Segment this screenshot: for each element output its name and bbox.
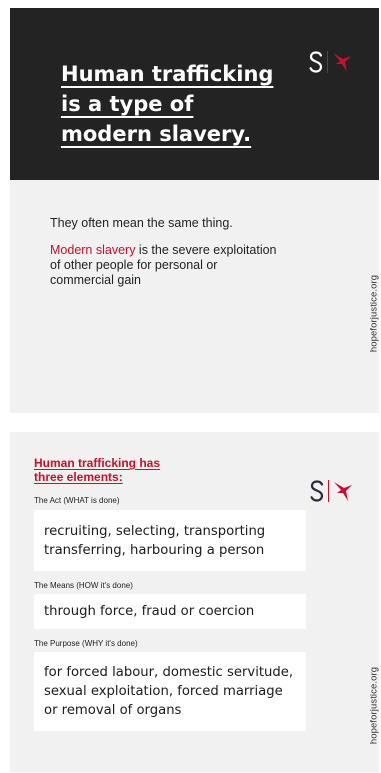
brand-logo	[309, 51, 352, 73]
element-text-act: recruiting, selecting, transporting tran…	[44, 523, 266, 558]
element-text-means: through force, fraud or coercion	[44, 604, 255, 619]
brand-logo	[310, 480, 353, 502]
highlight-term: Modern slavery	[50, 243, 136, 257]
element-text-purpose: for forced labour, domestic servitude, s…	[44, 665, 294, 718]
s-letter-icon	[310, 480, 324, 502]
element-label-act: The Act (WHAT is done)	[34, 496, 120, 505]
definition-paragraph: Modern slavery is the severe exploitatio…	[50, 243, 280, 288]
element-label-means: The Means (HOW it's done)	[34, 581, 133, 590]
bird-icon	[334, 482, 352, 501]
element-label-purpose: The Purpose (WHY it's done)	[34, 639, 138, 648]
card-title: Human trafficking is a type of modern sl…	[61, 62, 274, 146]
info-card-three-elements: Human trafficking has three elements: Th…	[10, 432, 380, 772]
logo-divider	[328, 480, 329, 502]
element-box-means: through force, fraud or coercion	[34, 594, 306, 629]
s-letter-icon	[309, 51, 323, 73]
element-box-purpose: for forced labour, domestic servitude, s…	[34, 652, 306, 731]
card-header-dark: Human trafficking is a type of modern sl…	[10, 8, 379, 180]
info-card-modern-slavery: Human trafficking is a type of modern sl…	[10, 8, 380, 413]
logo-divider	[327, 51, 328, 73]
website-vertical-text: hopeforjustice.org	[368, 666, 380, 745]
element-box-act: recruiting, selecting, transporting tran…	[34, 510, 306, 571]
website-vertical-text: hopeforjustice.org	[368, 274, 380, 353]
card-title: Human trafficking has three elements:	[34, 456, 161, 484]
bird-icon	[333, 53, 351, 72]
intro-sentence: They often mean the same thing.	[50, 216, 233, 230]
